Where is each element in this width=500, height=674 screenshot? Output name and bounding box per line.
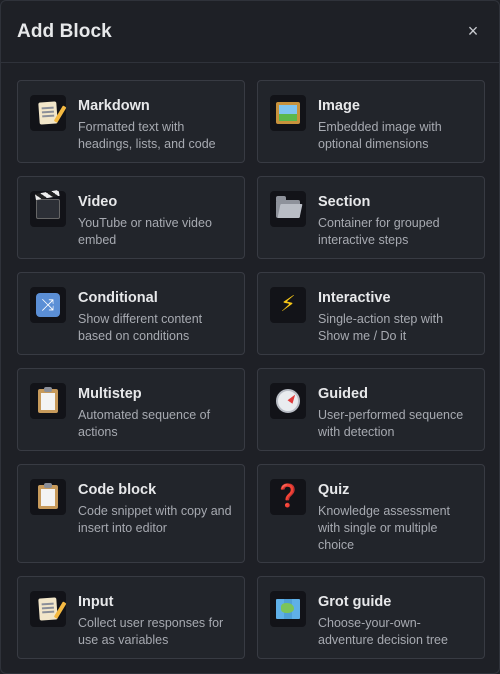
world-map-icon bbox=[270, 591, 306, 627]
block-option-description: Single-action step with Show me / Do it bbox=[318, 312, 444, 343]
open-folder-icon bbox=[270, 191, 306, 227]
clipboard-icon bbox=[30, 383, 66, 419]
block-option-description: YouTube or native video embed bbox=[78, 216, 212, 247]
block-option-name: Interactive bbox=[318, 290, 391, 306]
compass-icon bbox=[270, 383, 306, 419]
block-type-grid: Markdown Formatted text with headings, l… bbox=[17, 80, 485, 659]
lightning-icon: ⚡ bbox=[270, 287, 306, 323]
dialog-header: Add Block × bbox=[1, 1, 499, 63]
block-option-name: Input bbox=[78, 594, 114, 610]
memo-icon bbox=[30, 591, 66, 627]
block-option-guided[interactable]: Guided User-performed sequence with dete… bbox=[257, 368, 485, 451]
close-icon[interactable]: × bbox=[461, 20, 485, 44]
block-option-description: Automated sequence of actions bbox=[78, 408, 211, 439]
block-option-name: Video bbox=[78, 194, 118, 210]
block-option-interactive[interactable]: ⚡ Interactive Single-action step with Sh… bbox=[257, 272, 485, 355]
block-option-code-block[interactable]: Code block Code snippet with copy and in… bbox=[17, 464, 245, 563]
question-mark-icon: ❓ bbox=[270, 479, 306, 515]
block-option-name: Image bbox=[318, 98, 360, 114]
block-option-description: User-performed sequence with detection bbox=[318, 408, 464, 439]
block-option-video[interactable]: Video YouTube or native video embed bbox=[17, 176, 245, 259]
block-option-name: Conditional bbox=[78, 290, 158, 306]
block-option-description: Embedded image with optional dimensions bbox=[318, 120, 442, 151]
block-option-markdown[interactable]: Markdown Formatted text with headings, l… bbox=[17, 80, 245, 163]
block-option-image[interactable]: Image Embedded image with optional dimen… bbox=[257, 80, 485, 163]
framed-picture-icon bbox=[270, 95, 306, 131]
block-option-conditional[interactable]: ⤨ Conditional Show different content bas… bbox=[17, 272, 245, 355]
shuffle-icon: ⤨ bbox=[30, 287, 66, 323]
block-option-name: Guided bbox=[318, 386, 368, 402]
block-option-name: Multistep bbox=[78, 386, 142, 402]
block-option-description: Collect user responses for use as variab… bbox=[78, 616, 224, 647]
add-block-dialog: Add Block × Markdown Formatted text with… bbox=[0, 0, 500, 674]
block-option-quiz[interactable]: ❓ Quiz Knowledge assessment with single … bbox=[257, 464, 485, 563]
block-option-grot-guide[interactable]: Grot guide Choose-your-own-adventure dec… bbox=[257, 576, 485, 659]
block-option-name: Quiz bbox=[318, 482, 350, 498]
clapper-board-icon bbox=[30, 191, 66, 227]
block-option-name: Section bbox=[318, 194, 371, 210]
block-option-description: Code snippet with copy and insert into e… bbox=[78, 504, 232, 535]
block-option-section[interactable]: Section Container for grouped interactiv… bbox=[257, 176, 485, 259]
block-option-description: Choose-your-own-adventure decision tree bbox=[318, 616, 448, 647]
clipboard-icon bbox=[30, 479, 66, 515]
block-option-input[interactable]: Input Collect user responses for use as … bbox=[17, 576, 245, 659]
block-option-description: Knowledge assessment with single or mult… bbox=[318, 504, 451, 552]
block-option-description: Formatted text with headings, lists, and… bbox=[78, 120, 216, 151]
block-option-name: Markdown bbox=[78, 98, 150, 114]
block-option-name: Grot guide bbox=[318, 594, 392, 610]
block-option-multistep[interactable]: Multistep Automated sequence of actions bbox=[17, 368, 245, 451]
block-option-description: Container for grouped interactive steps bbox=[318, 216, 440, 247]
dialog-title: Add Block bbox=[17, 20, 112, 42]
block-option-description: Show different content based on conditio… bbox=[78, 312, 203, 343]
memo-icon bbox=[30, 95, 66, 131]
block-option-name: Code block bbox=[78, 482, 157, 498]
